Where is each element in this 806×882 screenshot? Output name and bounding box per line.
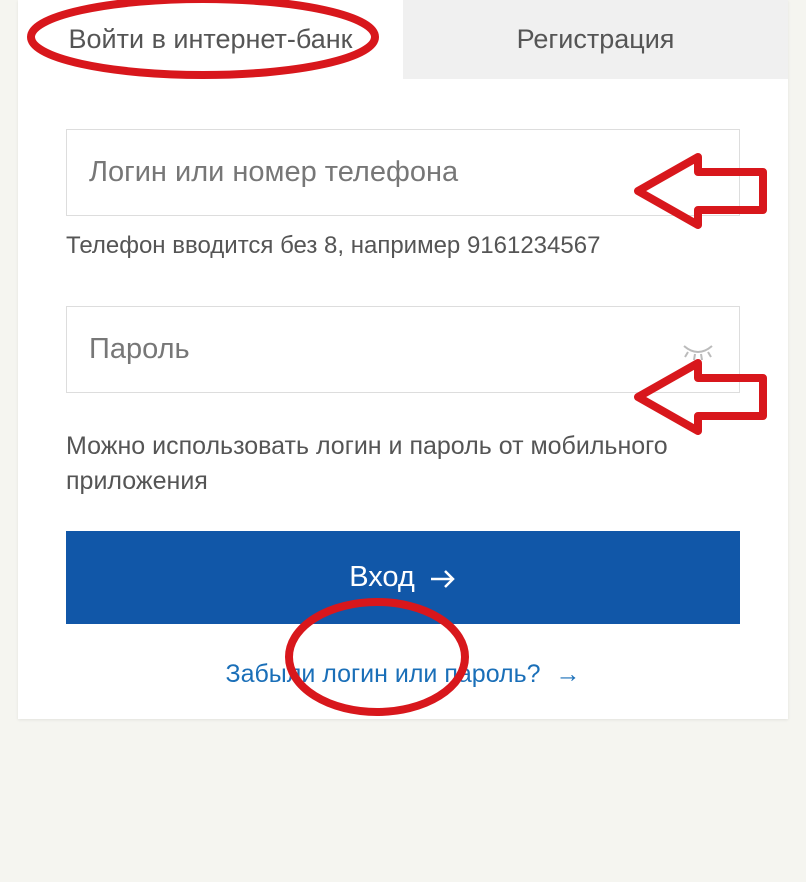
- password-field-wrapper: [66, 306, 740, 393]
- login-form-container: Войти в интернет-банк Регистрация Телефо…: [18, 0, 788, 719]
- forgot-credentials-link[interactable]: Забыли логин или пароль? →: [66, 660, 740, 689]
- submit-button-label: Вход: [349, 561, 415, 594]
- tab-register[interactable]: Регистрация: [403, 0, 788, 79]
- form-body: Телефон вводится без 8, например 9161234…: [18, 79, 788, 719]
- eye-closed-icon[interactable]: [680, 332, 716, 368]
- arrow-right-small-icon: →: [556, 660, 581, 689]
- arrow-right-icon: [429, 566, 457, 590]
- login-helper-text: Телефон вводится без 8, например 9161234…: [66, 230, 740, 262]
- mobile-app-hint: Можно использовать логин и пароль от моб…: [66, 429, 740, 499]
- submit-button[interactable]: Вход: [66, 531, 740, 624]
- forgot-link-label: Забыли логин или пароль?: [225, 660, 540, 688]
- tab-login[interactable]: Войти в интернет-банк: [18, 0, 403, 79]
- password-input[interactable]: [66, 306, 740, 393]
- login-field-wrapper: [66, 129, 740, 216]
- login-input[interactable]: [66, 129, 740, 216]
- tab-bar: Войти в интернет-банк Регистрация: [18, 0, 788, 79]
